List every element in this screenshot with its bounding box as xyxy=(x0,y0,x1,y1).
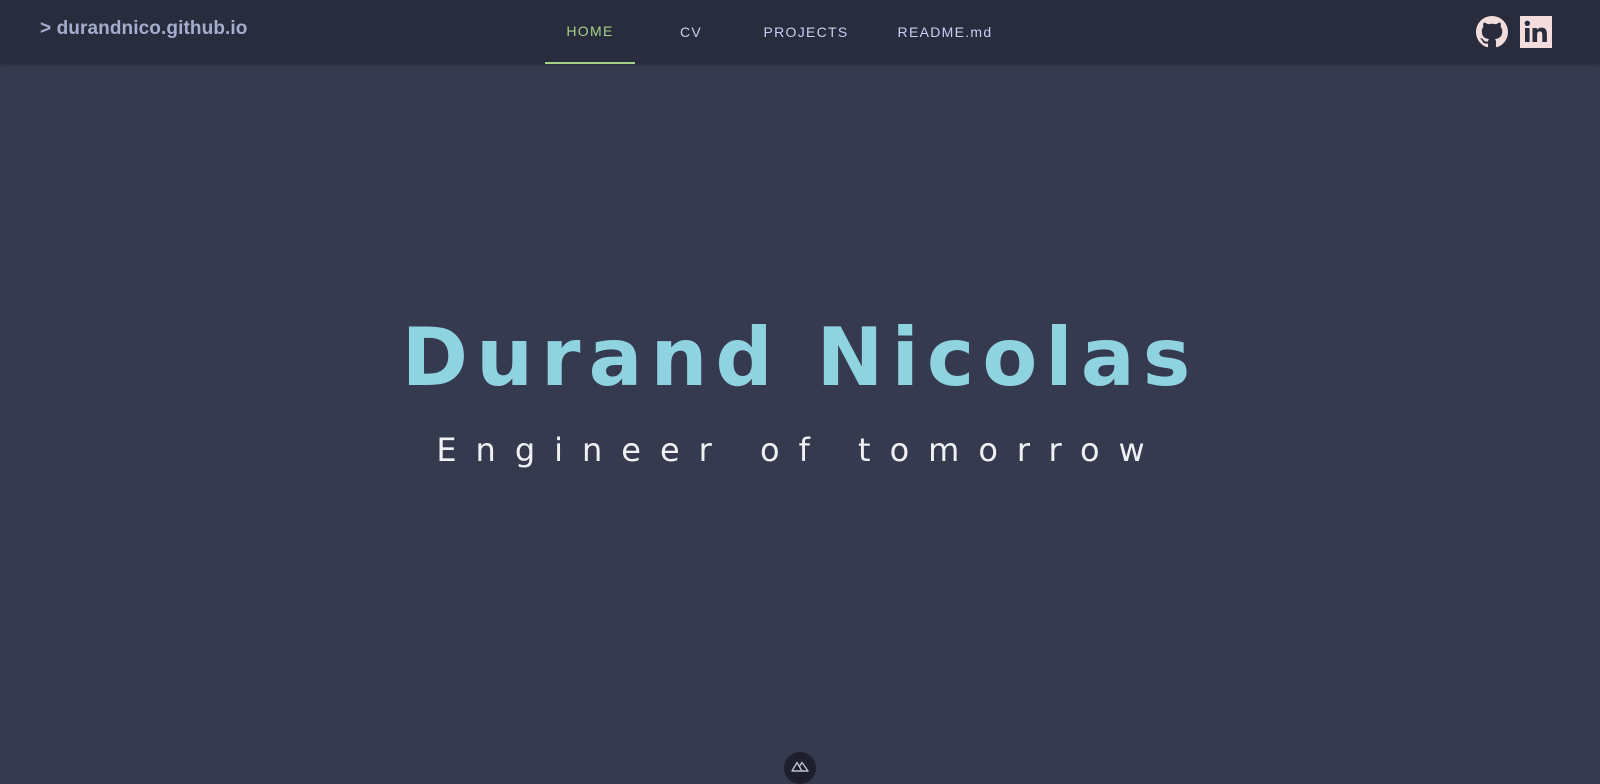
github-icon[interactable] xyxy=(1476,16,1508,48)
hero-section: Durand Nicolas Engineer of tomorrow xyxy=(0,64,1600,775)
nuxt-badge[interactable] xyxy=(784,752,816,784)
nav-item-readme[interactable]: README.md xyxy=(865,0,1025,64)
site-brand-link[interactable]: > durandnico.github.io xyxy=(40,18,248,40)
nav-item-projects[interactable]: PROJECTS xyxy=(747,0,865,64)
linkedin-icon[interactable] xyxy=(1520,16,1552,48)
top-navigation-bar: > durandnico.github.io HOME CV PROJECTS … xyxy=(0,0,1600,64)
nav-item-cv[interactable]: CV xyxy=(635,0,747,64)
hero-tagline: Engineer of tomorrow xyxy=(436,431,1164,469)
main-nav: HOME CV PROJECTS README.md xyxy=(545,0,1025,64)
hero-name: Durand Nicolas xyxy=(401,311,1199,404)
nav-item-home[interactable]: HOME xyxy=(545,0,635,64)
